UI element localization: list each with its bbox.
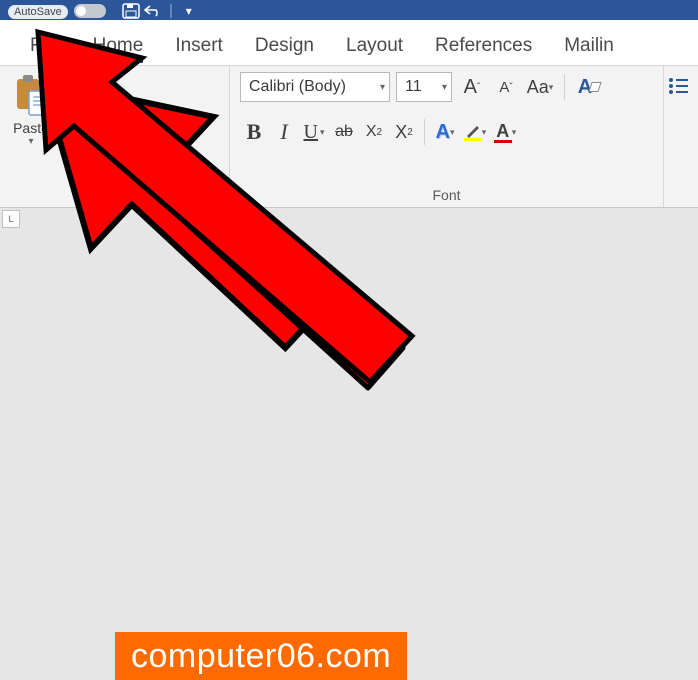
font-color-button[interactable]: A ▾: [491, 118, 519, 146]
tab-references[interactable]: References: [419, 25, 548, 65]
underline-button[interactable]: U▾: [300, 118, 328, 146]
tab-design[interactable]: Design: [239, 25, 330, 65]
qat-divider: [170, 4, 172, 18]
font-name-select[interactable]: Calibri (Body) ▾: [240, 72, 390, 102]
autosave-label: AutoSave: [8, 5, 68, 19]
font-group-label: Font: [240, 183, 653, 203]
cut-button[interactable]: C: [60, 74, 175, 98]
watermark: computer06.com: [115, 632, 407, 680]
paste-button[interactable]: Paste ▾: [10, 72, 52, 150]
save-icon[interactable]: [120, 2, 142, 20]
paste-icon: [10, 72, 52, 120]
font-size-value: 11: [405, 78, 422, 96]
copy-icon: [60, 103, 78, 121]
bold-button[interactable]: B: [240, 118, 268, 146]
format-painter-button[interactable]: Format Painter: [60, 126, 175, 150]
chevron-down-icon[interactable]: ▾: [376, 82, 385, 93]
bullets-button[interactable]: [668, 76, 694, 96]
clipboard-group: Paste ▾ C: [0, 66, 230, 207]
highlight-swatch: [464, 138, 482, 141]
tab-insert[interactable]: Insert: [159, 25, 239, 65]
font-size-select[interactable]: 11 ▾: [396, 72, 452, 102]
ruler-tab-indicator[interactable]: L: [2, 210, 20, 228]
clear-formatting-button[interactable]: A: [575, 73, 603, 101]
scissors-icon: [60, 77, 78, 95]
grow-font-button[interactable]: A ˆ: [458, 73, 486, 101]
chevron-down-icon[interactable]: ▾: [438, 82, 447, 93]
title-bar: AutoSave ▾: [0, 0, 698, 20]
tab-file[interactable]: File: [14, 25, 77, 65]
eraser-icon: [589, 82, 602, 92]
format-painter-label: Format Painter: [82, 130, 175, 146]
document-area[interactable]: L: [0, 208, 698, 680]
italic-button[interactable]: I: [270, 118, 298, 146]
superscript-button[interactable]: X2: [390, 118, 418, 146]
strikethrough-button[interactable]: ab: [330, 118, 358, 146]
paintbrush-icon: [60, 129, 78, 147]
shrink-font-button[interactable]: Aˇ: [492, 73, 520, 101]
highlight-pen-icon: [465, 124, 481, 138]
paste-label: Paste: [13, 120, 49, 136]
tab-mailings[interactable]: Mailin: [548, 25, 630, 65]
ribbon-tabs: File Home Insert Design Layout Reference…: [0, 20, 698, 66]
tab-layout[interactable]: Layout: [330, 25, 419, 65]
qat-customize-icon[interactable]: ▾: [178, 2, 200, 20]
font-group: Calibri (Body) ▾ 11 ▾ A ˆ Aˇ Aa▾: [230, 66, 664, 207]
font-name-value: Calibri (Body): [249, 78, 346, 96]
divider: [564, 74, 565, 100]
copy-button[interactable]: [60, 100, 175, 124]
autosave-toggle[interactable]: [74, 4, 106, 18]
chevron-down-icon[interactable]: ▾: [28, 136, 33, 147]
subscript-button[interactable]: X2: [360, 118, 388, 146]
highlight-color-button[interactable]: ▾: [461, 118, 489, 146]
cut-label-partial: C: [82, 78, 92, 94]
undo-icon[interactable]: [142, 2, 164, 20]
change-case-button[interactable]: Aa▾: [526, 73, 554, 101]
divider: [424, 119, 425, 145]
paragraph-group-partial: [664, 66, 698, 207]
clipboard-group-label: Clipboard: [10, 183, 219, 203]
ribbon: Paste ▾ C: [0, 66, 698, 208]
text-effects-button[interactable]: A ▾: [431, 118, 459, 146]
font-color-swatch: [494, 140, 512, 143]
tab-home[interactable]: Home: [77, 25, 160, 65]
